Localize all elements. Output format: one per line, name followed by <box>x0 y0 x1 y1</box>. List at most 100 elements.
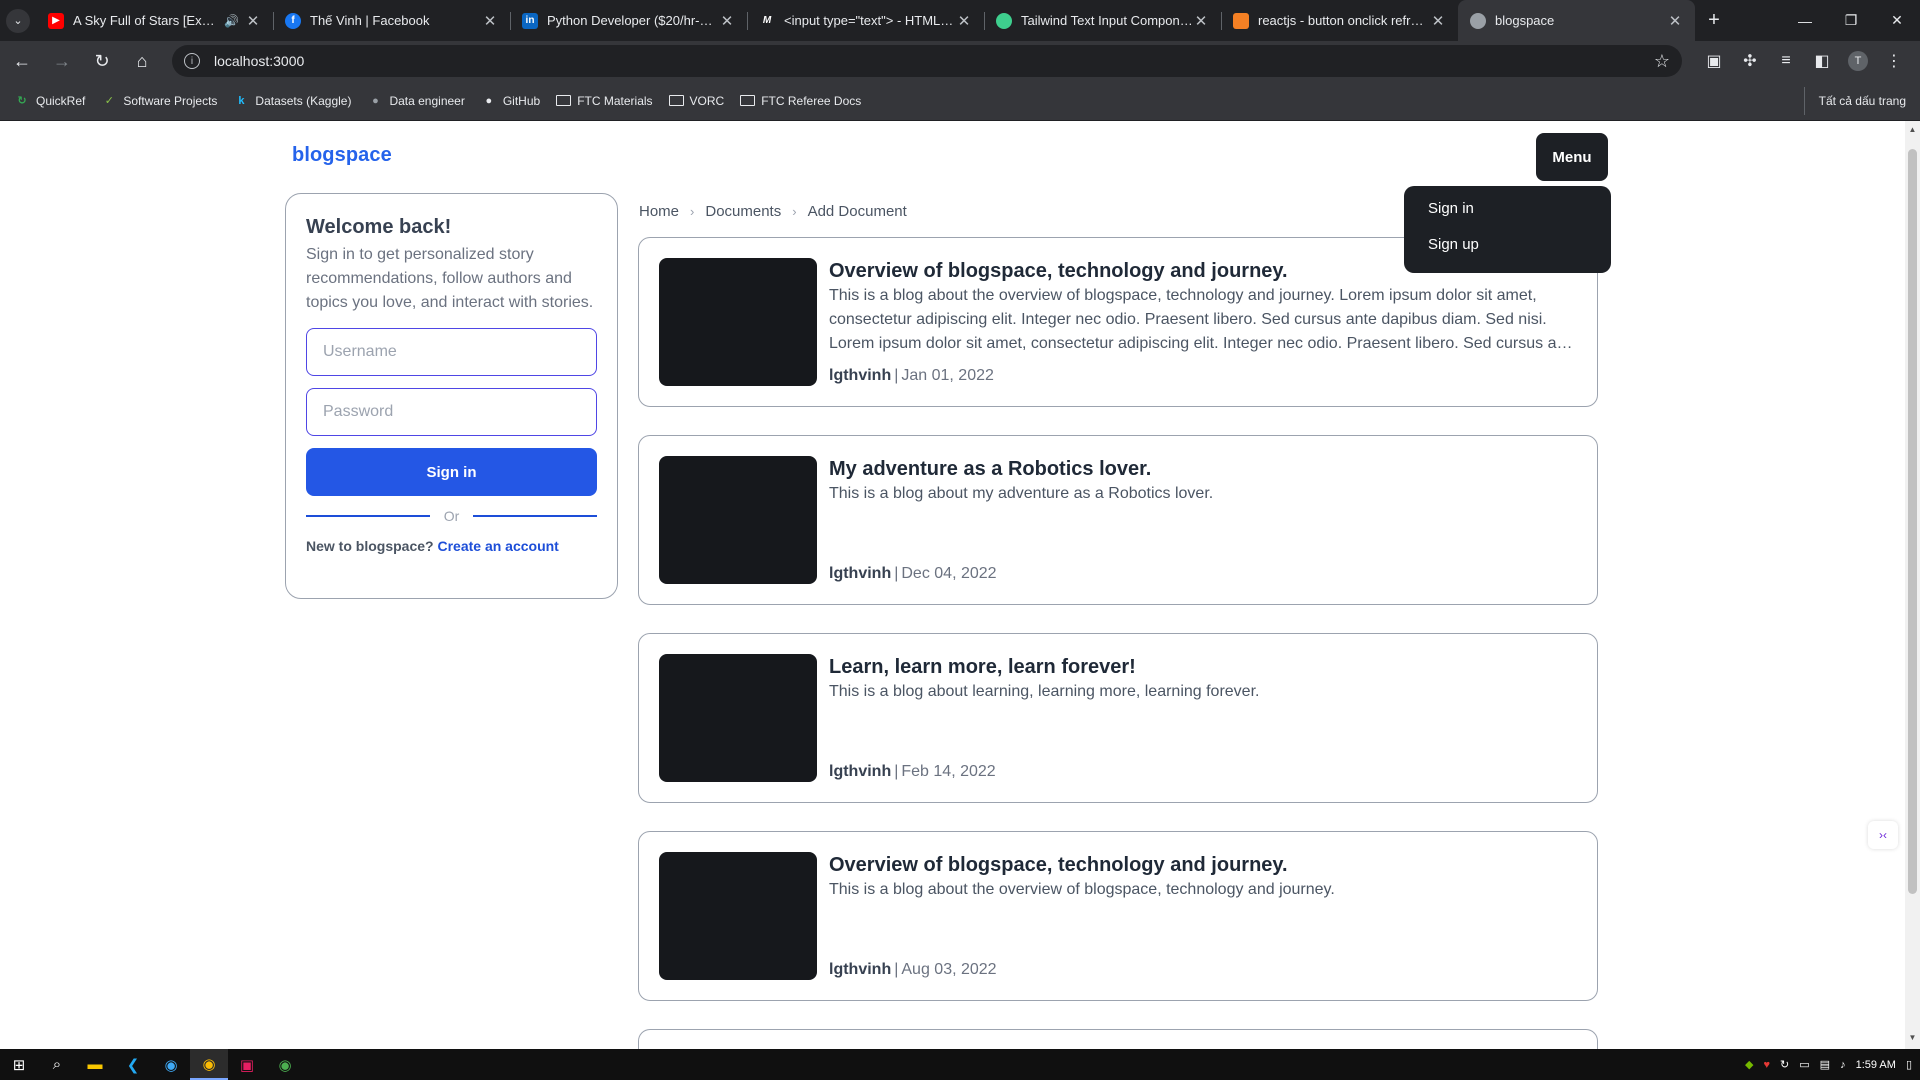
windows-start-icon[interactable]: ⊞ <box>0 1049 38 1080</box>
bookmark-star-icon[interactable]: ☆ <box>1654 51 1670 72</box>
puzzle-icon[interactable]: ✣ <box>1732 45 1768 77</box>
post-thumbnail[interactable] <box>659 456 817 584</box>
nvidia-icon[interactable]: ◆ <box>1745 1058 1753 1071</box>
youtube-icon: ▶ <box>48 12 64 29</box>
chrome-profile-icon[interactable]: ◉ <box>266 1049 304 1080</box>
post-card[interactable] <box>638 1029 1598 1049</box>
close-icon[interactable]: ✕ <box>1430 12 1446 30</box>
divider-label: Or <box>443 508 460 524</box>
reload-icon[interactable]: ↻ <box>84 43 120 79</box>
bookmark-item[interactable]: ● Data engineer <box>359 87 472 115</box>
post-thumbnail[interactable] <box>659 654 817 782</box>
kaggle-icon: k <box>238 94 245 107</box>
close-icon[interactable]: ✕ <box>1667 12 1683 30</box>
browser-tab-active[interactable]: blogspace ✕ <box>1458 0 1695 41</box>
side-panel-icon[interactable]: ◧ <box>1804 45 1840 77</box>
antivirus-icon[interactable]: ♥ <box>1764 1059 1771 1071</box>
post-card[interactable]: Overview of blogspace, technology and jo… <box>638 831 1598 1001</box>
chrome-icon[interactable]: ◉ <box>190 1049 228 1080</box>
tab-search-button[interactable]: ⌄ <box>0 0 36 41</box>
brand-logo[interactable]: blogspace <box>292 144 392 167</box>
assistant-widget-icon[interactable]: ›‹ <box>1868 821 1898 849</box>
close-icon[interactable]: ✕ <box>1193 12 1209 30</box>
app-icon[interactable]: ▣ <box>228 1049 266 1080</box>
close-icon[interactable]: ✕ <box>245 12 261 30</box>
browser-tab[interactable]: M <input type="text"> - HTML: H ✕ <box>747 0 984 41</box>
scrollbar-thumb[interactable] <box>1908 149 1917 894</box>
extension-icon[interactable]: ▣ <box>1696 45 1732 77</box>
profile-avatar[interactable]: T <box>1848 51 1868 71</box>
post-title[interactable]: Learn, learn more, learn forever! <box>829 654 1579 680</box>
menu-item-sign-in[interactable]: Sign in <box>1404 200 1611 236</box>
media-control-icon[interactable]: ≡ <box>1768 45 1804 77</box>
menu-item-sign-up[interactable]: Sign up <box>1404 236 1611 272</box>
bookmark-item[interactable]: ● GitHub <box>473 87 548 115</box>
new-tab-button[interactable]: + <box>1699 0 1729 41</box>
close-window-icon[interactable]: ✕ <box>1874 0 1920 41</box>
browser-tab[interactable]: in Python Developer ($20/hr-$40/ ✕ <box>510 0 747 41</box>
post-body: My adventure as a Robotics lover. This i… <box>829 456 1579 584</box>
page-scrollbar[interactable]: ▲ ▼ <box>1905 121 1920 1049</box>
home-icon[interactable]: ⌂ <box>124 43 160 79</box>
edge-icon[interactable]: ◉ <box>152 1049 190 1080</box>
bookmark-item[interactable]: ↻ QuickRef <box>6 87 93 115</box>
post-card[interactable]: Learn, learn more, learn forever! This i… <box>638 633 1598 803</box>
bookmark-item[interactable]: VORC <box>661 87 733 115</box>
globe-icon <box>1470 12 1486 29</box>
bookmark-label: QuickRef <box>36 93 86 108</box>
sign-in-button[interactable]: Sign in <box>306 448 597 496</box>
post-title[interactable]: Overview of blogspace, technology and jo… <box>829 852 1579 878</box>
forward-icon[interactable]: → <box>44 43 80 79</box>
breadcrumb-documents[interactable]: Documents <box>705 203 781 220</box>
back-icon[interactable]: ← <box>4 43 40 79</box>
post-thumbnail[interactable] <box>659 852 817 980</box>
folder-icon <box>556 95 572 106</box>
minimize-icon[interactable]: — <box>1782 0 1828 41</box>
browser-tab[interactable]: reactjs - button onclick refresh ✕ <box>1221 0 1458 41</box>
post-author[interactable]: lgthvinh <box>829 367 891 384</box>
post-card[interactable]: My adventure as a Robotics lover. This i… <box>638 435 1598 605</box>
notification-icon[interactable]: ▯ <box>1906 1058 1912 1071</box>
post-author[interactable]: lgthvinh <box>829 763 891 780</box>
all-bookmarks[interactable]: Tất cả dấu trang <box>1803 87 1906 115</box>
bookmark-item[interactable]: k Datasets (Kaggle) <box>225 87 359 115</box>
username-input[interactable] <box>306 328 597 376</box>
volume-icon[interactable]: ♪ <box>1840 1059 1846 1071</box>
create-account-link[interactable]: Create an account <box>437 538 558 554</box>
address-bar[interactable]: i localhost:3000 ☆ <box>172 45 1682 77</box>
kebab-menu-icon[interactable]: ⋮ <box>1876 45 1912 77</box>
vscode-icon[interactable]: ❮ <box>114 1049 152 1080</box>
close-icon[interactable]: ✕ <box>482 12 498 30</box>
search-icon[interactable]: ⌕ <box>38 1049 76 1080</box>
scroll-up-icon[interactable]: ▲ <box>1908 125 1917 137</box>
browser-tab[interactable]: f Thế Vinh | Facebook ✕ <box>273 0 510 41</box>
browser-tab[interactable]: ▶ A Sky Full of Stars [Extended 🔊 ✕ <box>36 0 273 41</box>
post-author[interactable]: lgthvinh <box>829 961 891 978</box>
browser-tab[interactable]: Tailwind Text Input Component ✕ <box>984 0 1221 41</box>
bookmark-item[interactable]: FTC Referee Docs <box>732 87 869 115</box>
post-thumbnail[interactable] <box>659 258 817 386</box>
network-icon[interactable]: ▤ <box>1820 1058 1830 1071</box>
restore-icon[interactable]: ❐ <box>1828 0 1874 41</box>
file-explorer-icon[interactable]: ▬ <box>76 1049 114 1080</box>
close-icon[interactable]: ✕ <box>719 12 735 30</box>
url-text[interactable]: localhost:3000 <box>214 53 304 69</box>
bookmark-item[interactable]: ✓ Software Projects <box>93 87 225 115</box>
menu-button[interactable]: Menu <box>1536 133 1608 181</box>
scroll-down-icon[interactable]: ▼ <box>1908 1033 1917 1045</box>
password-input[interactable] <box>306 388 597 436</box>
battery-icon[interactable]: ▭ <box>1799 1058 1809 1071</box>
breadcrumb-add-document[interactable]: Add Document <box>808 203 907 220</box>
post-author[interactable]: lgthvinh <box>829 565 891 582</box>
bookmark-label: FTC Materials <box>577 93 653 108</box>
close-icon[interactable]: ✕ <box>956 12 972 30</box>
sync-icon[interactable]: ↻ <box>1780 1058 1789 1071</box>
speaker-icon[interactable]: 🔊 <box>224 14 239 28</box>
tab-title: Python Developer ($20/hr-$40/ <box>547 13 719 28</box>
bookmark-item[interactable]: FTC Materials <box>548 87 660 115</box>
post-title[interactable]: My adventure as a Robotics lover. <box>829 456 1579 482</box>
site-info-icon[interactable]: i <box>184 53 200 69</box>
breadcrumb-home[interactable]: Home <box>639 203 679 220</box>
post-date: Dec 04, 2022 <box>901 565 997 582</box>
clock[interactable]: 1:59 AM <box>1856 1059 1896 1071</box>
